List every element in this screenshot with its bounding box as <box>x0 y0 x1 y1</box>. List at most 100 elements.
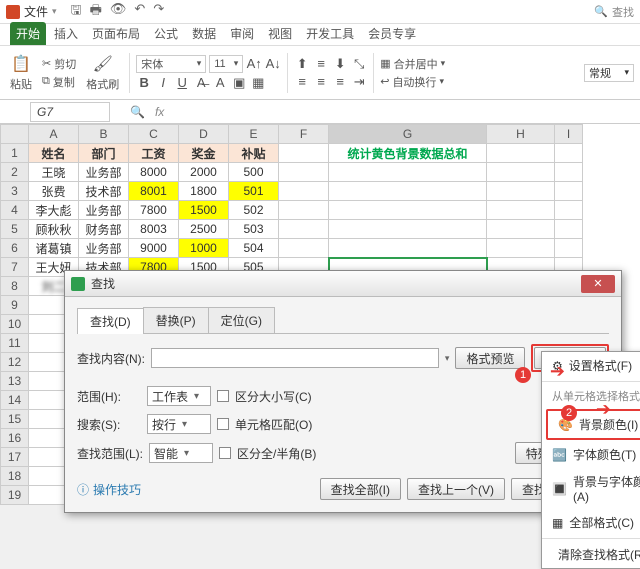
align-right-icon[interactable]: ≡ <box>332 74 348 90</box>
search-dir-select[interactable]: 按行 <box>147 414 211 434</box>
name-box[interactable]: G7 <box>30 102 110 122</box>
cell[interactable] <box>329 182 487 201</box>
save-icon[interactable]: 🖫 <box>71 1 82 23</box>
row-header[interactable]: 2 <box>1 163 29 182</box>
decrease-font-icon[interactable]: A↓ <box>265 56 281 72</box>
row-header[interactable]: 8 <box>1 277 29 296</box>
cell[interactable]: 504 <box>229 239 279 258</box>
row-header[interactable]: 19 <box>1 486 29 505</box>
find-all-button[interactable]: 查找全部(I) <box>320 478 401 500</box>
print-icon[interactable]: 🖶 <box>90 1 102 23</box>
cell[interactable]: 502 <box>229 201 279 220</box>
font-color-icon[interactable]: A <box>212 75 228 91</box>
menu-tab-1[interactable]: 插入 <box>48 22 84 45</box>
number-format-select[interactable]: 常规▾ <box>584 64 634 82</box>
cell[interactable]: 8001 <box>129 182 179 201</box>
format-painter-button[interactable]: 🖌 格式刷 <box>82 52 123 94</box>
menu-tab-4[interactable]: 数据 <box>186 22 222 45</box>
fx-icon[interactable]: 🔍 fx <box>130 105 164 119</box>
cell[interactable]: 8000 <box>129 163 179 182</box>
cell[interactable]: 8003 <box>129 220 179 239</box>
chevron-down-icon[interactable]: ▾ <box>52 6 57 17</box>
cell[interactable]: 9000 <box>129 239 179 258</box>
search-placeholder[interactable]: 查找 <box>612 4 634 20</box>
cell[interactable]: 李大彪 <box>29 201 79 220</box>
copy-button[interactable]: ⧉复制 <box>42 74 76 90</box>
col-header-E[interactable]: E <box>229 125 279 144</box>
wrap-button[interactable]: ↩自动换行▾ <box>380 74 445 90</box>
merge-button[interactable]: ▦合并居中▾ <box>380 56 445 72</box>
row-header[interactable]: 15 <box>1 410 29 429</box>
menu-all-format[interactable]: ▦全部格式(C) <box>542 509 640 536</box>
increase-font-icon[interactable]: A↑ <box>246 56 262 72</box>
menu-tab-0[interactable]: 开始 <box>10 22 46 45</box>
col-header-G[interactable]: G <box>329 125 487 144</box>
cell[interactable] <box>329 201 487 220</box>
row-header[interactable]: 18 <box>1 467 29 486</box>
font-size-select[interactable]: 11▾ <box>209 55 243 73</box>
cell[interactable]: 业务部 <box>79 239 129 258</box>
find-input[interactable] <box>151 348 439 368</box>
align-top-icon[interactable]: ⬆ <box>294 56 310 72</box>
align-center-icon[interactable]: ≡ <box>313 74 329 90</box>
cell[interactable]: 2000 <box>179 163 229 182</box>
menu-tab-3[interactable]: 公式 <box>148 22 184 45</box>
find-prev-button[interactable]: 查找上一个(V) <box>407 478 505 500</box>
row-header[interactable]: 3 <box>1 182 29 201</box>
scope-select[interactable]: 工作表 <box>147 386 211 406</box>
row-header[interactable]: 12 <box>1 353 29 372</box>
row-header[interactable]: 17 <box>1 448 29 467</box>
menu-tab-8[interactable]: 会员专享 <box>362 22 422 45</box>
case-checkbox[interactable] <box>217 390 229 402</box>
cell[interactable]: 诸葛镇 <box>29 239 79 258</box>
cell[interactable]: 张费 <box>29 182 79 201</box>
cell[interactable] <box>329 239 487 258</box>
cell[interactable]: 业务部 <box>79 163 129 182</box>
row-header[interactable]: 5 <box>1 220 29 239</box>
row-header[interactable]: 10 <box>1 315 29 334</box>
orientation-icon[interactable]: ⤡ <box>351 56 367 72</box>
font-name-select[interactable]: 宋体▾ <box>136 55 206 73</box>
menu-tab-5[interactable]: 审阅 <box>224 22 260 45</box>
cell[interactable]: 1000 <box>179 239 229 258</box>
cell[interactable]: 7800 <box>129 201 179 220</box>
undo-icon[interactable]: ↶ <box>134 1 145 23</box>
lookin-select[interactable]: 智能 <box>149 443 213 463</box>
cell[interactable]: 业务部 <box>79 201 129 220</box>
col-header-D[interactable]: D <box>179 125 229 144</box>
row-header[interactable]: 14 <box>1 391 29 410</box>
select-all[interactable] <box>1 125 29 144</box>
border-icon[interactable]: ▦ <box>250 75 266 91</box>
cell[interactable]: 财务部 <box>79 220 129 239</box>
menu-tab-7[interactable]: 开发工具 <box>300 22 360 45</box>
cell[interactable]: 501 <box>229 182 279 201</box>
cell[interactable]: 1800 <box>179 182 229 201</box>
row-header[interactable]: 16 <box>1 429 29 448</box>
row-header[interactable]: 7 <box>1 258 29 277</box>
row-header[interactable]: 11 <box>1 334 29 353</box>
cell[interactable]: 2500 <box>179 220 229 239</box>
bold-icon[interactable]: B <box>136 75 152 91</box>
col-header-A[interactable]: A <box>29 125 79 144</box>
cell[interactable]: 顾秋秋 <box>29 220 79 239</box>
close-icon[interactable]: ✕ <box>581 275 615 293</box>
cell[interactable]: 技术部 <box>79 182 129 201</box>
menu-bg-font-color[interactable]: 🔳背景与字体颜色(A) <box>542 468 640 509</box>
fill-color-icon[interactable]: ▣ <box>231 75 247 91</box>
cell[interactable] <box>329 163 487 182</box>
align-bot-icon[interactable]: ⬇ <box>332 56 348 72</box>
col-header-F[interactable]: F <box>279 125 329 144</box>
preview-icon[interactable]: 👁 <box>110 1 127 23</box>
format-preview-button[interactable]: 格式预览 <box>455 347 525 369</box>
underline-icon[interactable]: U <box>174 75 190 91</box>
match-checkbox[interactable] <box>217 418 229 430</box>
file-menu[interactable]: 文件 <box>24 3 48 20</box>
col-header-I[interactable]: I <box>555 125 583 144</box>
cut-button[interactable]: ✂剪切 <box>42 56 76 72</box>
row-header[interactable]: 6 <box>1 239 29 258</box>
redo-icon[interactable]: ↷ <box>153 1 164 23</box>
italic-icon[interactable]: I <box>155 75 171 91</box>
row-header[interactable]: 13 <box>1 372 29 391</box>
dialog-tab-2[interactable]: 定位(G) <box>208 307 275 333</box>
cell[interactable]: 500 <box>229 163 279 182</box>
